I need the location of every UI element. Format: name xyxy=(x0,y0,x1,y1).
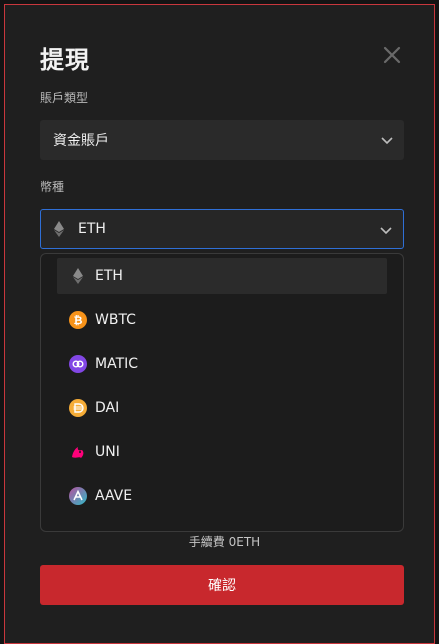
option-eth[interactable]: ETH xyxy=(57,258,387,294)
matic-icon xyxy=(69,355,87,373)
uni-icon xyxy=(69,443,87,461)
svg-text:₿: ₿ xyxy=(74,314,83,327)
option-aave[interactable]: AAVE xyxy=(57,478,387,514)
option-dai[interactable]: DAI xyxy=(57,390,387,426)
dai-icon xyxy=(69,399,87,417)
fee-text: 手續費 0ETH xyxy=(188,535,261,549)
option-label: ETH xyxy=(95,268,123,284)
currency-value: ETH xyxy=(78,221,106,237)
account-type-label: 賬戶類型 xyxy=(40,91,89,105)
option-label: AAVE xyxy=(95,488,133,504)
option-uni[interactable]: UNI xyxy=(57,434,387,470)
option-wbtc[interactable]: ₿ WBTC xyxy=(57,302,387,338)
currency-label: 幣種 xyxy=(40,180,65,194)
option-label: WBTC xyxy=(95,312,136,328)
close-icon[interactable] xyxy=(380,43,404,67)
currency-dropdown: ETH ₿ WBTC MATIC DAI UNI AAVE xyxy=(40,253,404,532)
chevron-down-icon xyxy=(380,132,394,151)
chevron-down-icon xyxy=(379,222,393,241)
wbtc-icon: ₿ xyxy=(69,311,87,329)
modal-title: 提現 xyxy=(40,46,90,74)
option-matic[interactable]: MATIC xyxy=(57,346,387,382)
eth-icon xyxy=(54,221,64,237)
eth-icon xyxy=(69,267,87,285)
confirm-button[interactable]: 確認 xyxy=(40,565,404,605)
option-label: UNI xyxy=(95,444,120,460)
option-label: DAI xyxy=(95,400,120,416)
currency-select[interactable]: ETH xyxy=(40,209,404,249)
aave-icon xyxy=(69,487,87,505)
withdraw-modal: 提現 賬戶類型 資金賬戶 幣種 ETH ETH ₿ WBTC MATIC DAI… xyxy=(4,4,435,644)
account-type-value: 資金賬戶 xyxy=(53,133,109,149)
account-type-select[interactable]: 資金賬戶 xyxy=(40,120,404,160)
option-label: MATIC xyxy=(95,356,139,372)
